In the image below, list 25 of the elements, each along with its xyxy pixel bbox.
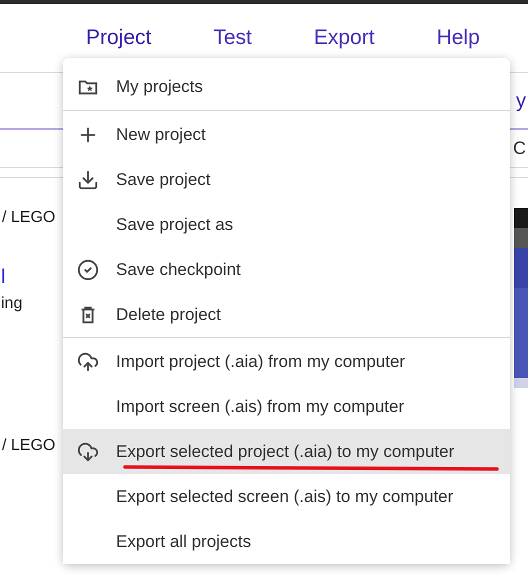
menu-item[interactable]: Export all projects <box>63 519 510 564</box>
menu-item[interactable]: Export selected screen (.ais) to my computer <box>63 474 510 519</box>
menu-bar-item[interactable]: Test <box>213 22 252 54</box>
menu-bar-item[interactable]: Help <box>436 22 480 54</box>
breadcrumb-text: / LEGO <box>2 436 56 456</box>
menu-item[interactable]: Export selected project (.aia) to my computer <box>63 429 510 474</box>
menu-bar-item[interactable]: Export <box>314 22 375 54</box>
column-label: C <box>513 137 526 160</box>
download-icon <box>77 168 99 190</box>
project-description: ing <box>1 294 24 314</box>
cloud-upload-icon <box>77 350 99 372</box>
menu-item[interactable]: Import screen (.ais) from my computer <box>63 384 510 429</box>
menu-item[interactable]: Delete project <box>63 292 510 337</box>
breadcrumb-text: / LEGO <box>2 208 56 228</box>
menu-item[interactable]: New project <box>63 112 510 157</box>
menu-item[interactable]: Save project <box>63 157 510 202</box>
tab-label: y <box>516 88 526 114</box>
menu-bar-item[interactable]: Project <box>86 22 152 54</box>
menu-item[interactable]: Import project (.aia) from my computer <box>63 339 510 384</box>
menu-item[interactable]: Save project as <box>63 202 510 247</box>
menu-item[interactable]: My projects <box>63 64 510 109</box>
menu-item[interactable]: Save checkpoint <box>63 247 510 292</box>
check-circle-icon <box>77 258 99 280</box>
cloud-download-icon <box>77 440 99 462</box>
project-link[interactable]: l <box>1 262 64 292</box>
